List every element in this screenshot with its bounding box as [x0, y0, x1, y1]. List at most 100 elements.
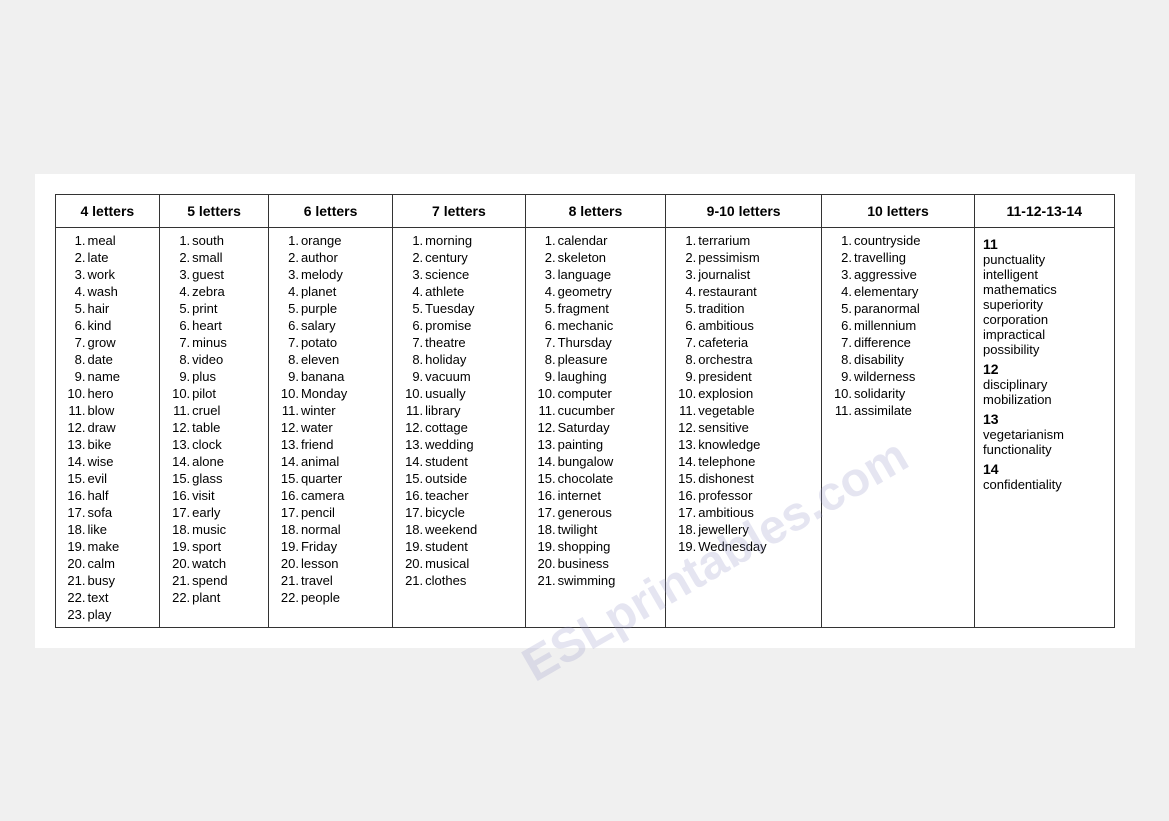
list-item: 12.table — [168, 419, 260, 436]
item-number: 8. — [534, 352, 556, 367]
item-number: 12. — [534, 420, 556, 435]
item-number: 6. — [830, 318, 852, 333]
list-item: 20.calm — [64, 555, 152, 572]
word: shopping — [558, 539, 611, 554]
item-number: 12. — [674, 420, 696, 435]
item-number: 4. — [534, 284, 556, 299]
item-number: 12. — [277, 420, 299, 435]
word: bike — [88, 437, 112, 452]
item-number: 4. — [401, 284, 423, 299]
word: difference — [854, 335, 911, 350]
list-item: 6.ambitious — [674, 317, 813, 334]
item-number: 1. — [830, 233, 852, 248]
word: athlete — [425, 284, 464, 299]
item-number: 22. — [168, 590, 190, 605]
word: cottage — [425, 420, 468, 435]
item-number: 10. — [401, 386, 423, 401]
list-item: 14.alone — [168, 453, 260, 470]
col-header-2: 6 letters — [268, 194, 392, 227]
word: solidarity — [854, 386, 905, 401]
list-item: 1.terrarium — [674, 232, 813, 249]
item-number: 22. — [277, 590, 299, 605]
list-item: 11.cruel — [168, 402, 260, 419]
item-number: 2. — [534, 250, 556, 265]
item-number: 8. — [277, 352, 299, 367]
word: twilight — [558, 522, 598, 537]
list-item: 9.wilderness — [830, 368, 966, 385]
item-number: 13. — [534, 437, 556, 452]
list-item: 7.potato — [277, 334, 384, 351]
word: disability — [854, 352, 904, 367]
list-item: 12.water — [277, 419, 384, 436]
item-number: 18. — [277, 522, 299, 537]
col-content-7: 11punctualityintelligentmathematicssuper… — [975, 227, 1114, 627]
word: computer — [558, 386, 612, 401]
col-content-3: 1.morning2.century3.science4.athlete5.Tu… — [393, 227, 525, 627]
word: early — [192, 505, 220, 520]
word: half — [88, 488, 109, 503]
list-item: 10.usually — [401, 385, 516, 402]
list-item: 7.difference — [830, 334, 966, 351]
word: vacuum — [425, 369, 471, 384]
item-number: 20. — [64, 556, 86, 571]
list-item: 3.aggressive — [830, 266, 966, 283]
item-number: 10. — [64, 386, 86, 401]
list-item: 15.dishonest — [674, 470, 813, 487]
word: work — [88, 267, 115, 282]
list-item: 23.play — [64, 606, 152, 623]
word: plant — [192, 590, 220, 605]
list-item: 17.bicycle — [401, 504, 516, 521]
item-number: 9. — [401, 369, 423, 384]
item-number: 3. — [534, 267, 556, 282]
col-header-4: 8 letters — [525, 194, 666, 227]
list-item: 13.knowledge — [674, 436, 813, 453]
list-item: 19.make — [64, 538, 152, 555]
list-item: 6.promise — [401, 317, 516, 334]
list-item: 16.camera — [277, 487, 384, 504]
list-item: 12.draw — [64, 419, 152, 436]
list-item: 11.assimilate — [830, 402, 966, 419]
list-item: 20.lesson — [277, 555, 384, 572]
word: evil — [88, 471, 108, 486]
item-number: 8. — [168, 352, 190, 367]
word: assimilate — [854, 403, 912, 418]
word: calm — [88, 556, 115, 571]
word: text — [88, 590, 109, 605]
word: business — [558, 556, 609, 571]
item-number: 16. — [674, 488, 696, 503]
list-item: 4.zebra — [168, 283, 260, 300]
list-item: 18.twilight — [534, 521, 658, 538]
list-item: 4.planet — [277, 283, 384, 300]
item-number: 21. — [534, 573, 556, 588]
item-number: 16. — [64, 488, 86, 503]
word: print — [192, 301, 217, 316]
item-number: 2. — [168, 250, 190, 265]
list-item: 7.theatre — [401, 334, 516, 351]
col-header-1: 5 letters — [160, 194, 269, 227]
word: salary — [301, 318, 336, 333]
list-item: 3.science — [401, 266, 516, 283]
list-item: 5.fragment — [534, 300, 658, 317]
word: sofa — [88, 505, 113, 520]
list-item: 8.orchestra — [674, 351, 813, 368]
item-number: 20. — [534, 556, 556, 571]
list-item: 14.wise — [64, 453, 152, 470]
item-number: 11. — [534, 403, 556, 418]
word: vegetarianism — [983, 427, 1105, 442]
col-content-5: 1.terrarium2.pessimism3.journalist4.rest… — [666, 227, 822, 627]
item-number: 7. — [277, 335, 299, 350]
list-item: 18.normal — [277, 521, 384, 538]
item-number: 17. — [674, 505, 696, 520]
list-item: 21.spend — [168, 572, 260, 589]
col-content-6: 1.countryside2.travelling3.aggressive4.e… — [822, 227, 975, 627]
word: intelligent — [983, 267, 1105, 282]
item-number: 21. — [401, 573, 423, 588]
item-number: 18. — [168, 522, 190, 537]
word: banana — [301, 369, 344, 384]
word: theatre — [425, 335, 465, 350]
list-item: 18.jewellery — [674, 521, 813, 538]
list-item: 5.tradition — [674, 300, 813, 317]
word: late — [88, 250, 109, 265]
item-number: 14. — [168, 454, 190, 469]
word: functionality — [983, 442, 1105, 457]
